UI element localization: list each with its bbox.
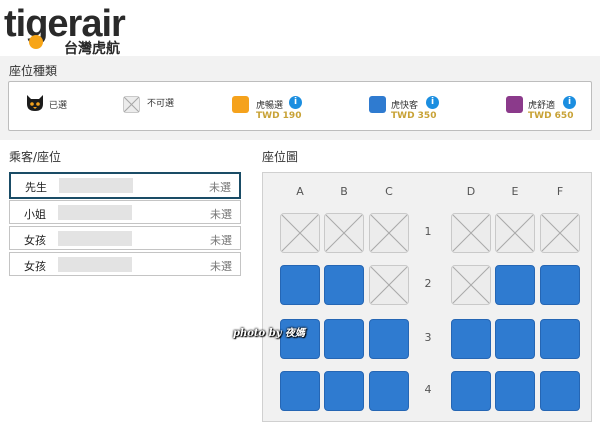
seat-column-d: D xyxy=(466,185,476,198)
seat-1e xyxy=(495,213,535,253)
passenger-row[interactable]: 女孩 未選 xyxy=(9,226,241,250)
info-icon[interactable]: i xyxy=(426,96,439,109)
seat-4d[interactable] xyxy=(451,371,491,411)
seat-column-e: E xyxy=(511,185,519,198)
seatmap-title: 座位圖 xyxy=(262,150,299,164)
seat-3e[interactable] xyxy=(495,319,535,359)
legend-comfort-price: TWD 650 xyxy=(528,111,574,121)
x-icon xyxy=(541,214,579,252)
passenger-seat-status: 未選 xyxy=(210,208,232,221)
legend-express-price: TWD 350 xyxy=(391,111,437,121)
legend-express-label: 虎快客 xyxy=(391,101,419,111)
seat-type-title: 座位種類 xyxy=(9,64,58,78)
seat-row-number: 2 xyxy=(424,277,432,290)
passenger-seat-status: 未選 xyxy=(210,260,232,273)
x-icon xyxy=(496,214,534,252)
x-icon xyxy=(325,214,363,252)
seat-2d xyxy=(451,265,491,305)
seat-3c[interactable] xyxy=(369,319,409,359)
seat-1c xyxy=(369,213,409,253)
seat-3d[interactable] xyxy=(451,319,491,359)
x-icon xyxy=(370,214,408,252)
seat-legend: 已選 不可選 虎暢選 i TWD 190 虎快客 i TWD 350 虎舒適 i… xyxy=(8,81,592,131)
seat-4f[interactable] xyxy=(540,371,580,411)
seat-2f[interactable] xyxy=(540,265,580,305)
seat-4c[interactable] xyxy=(369,371,409,411)
seat-1d xyxy=(451,213,491,253)
seat-column-c: C xyxy=(385,185,393,198)
legend-selected: 已選 xyxy=(25,82,85,130)
seat-1f xyxy=(540,213,580,253)
passenger-row[interactable]: 小姐 未選 xyxy=(9,200,241,224)
x-icon xyxy=(452,214,490,252)
photo-watermark: photo by 夜媽 xyxy=(233,328,305,339)
info-icon[interactable]: i xyxy=(563,96,576,109)
passenger-name-redacted xyxy=(58,231,132,246)
x-icon xyxy=(370,266,408,304)
logo-subtitle: 台灣虎航 xyxy=(64,41,120,57)
seat-column-a: A xyxy=(296,185,304,198)
seat-2a[interactable] xyxy=(280,265,320,305)
tigerair-logo: tigerair 台灣虎航 xyxy=(4,2,144,57)
legend-unavailable: 不可選 xyxy=(123,82,193,130)
seat-column-f: F xyxy=(556,185,564,198)
seat-2c xyxy=(369,265,409,305)
passenger-seat-status: 未選 xyxy=(209,181,231,194)
x-icon xyxy=(281,214,319,252)
legend-comfort-label: 虎舒適 xyxy=(528,101,556,111)
x-icon xyxy=(452,266,490,304)
standard-seat-swatch xyxy=(232,96,249,113)
seat-row-number: 4 xyxy=(424,383,432,396)
seat-3f[interactable] xyxy=(540,319,580,359)
passengers-title: 乘客/座位 xyxy=(9,150,62,164)
legend-selected-label: 已選 xyxy=(49,101,68,111)
legend-unavailable-label: 不可選 xyxy=(147,99,175,109)
logo-tiger-mark xyxy=(29,35,43,49)
express-seat-swatch xyxy=(369,96,386,113)
passenger-title: 小姐 xyxy=(24,208,46,221)
seat-row-number: 3 xyxy=(424,331,432,344)
seat-1b xyxy=(324,213,364,253)
seat-row-number: 1 xyxy=(424,225,432,238)
legend-comfort: 虎舒適 i TWD 650 xyxy=(506,82,586,130)
passenger-seat-status: 未選 xyxy=(210,234,232,247)
seat-4a[interactable] xyxy=(280,371,320,411)
seat-1a xyxy=(280,213,320,253)
seat-2e[interactable] xyxy=(495,265,535,305)
seat-4e[interactable] xyxy=(495,371,535,411)
seat-2b[interactable] xyxy=(324,265,364,305)
passenger-name-redacted xyxy=(58,205,132,220)
seat-3b[interactable] xyxy=(324,319,364,359)
passenger-title: 女孩 xyxy=(24,234,46,247)
passenger-row[interactable]: 先生 未選 xyxy=(9,172,241,199)
passenger-name-redacted xyxy=(59,178,133,193)
passenger-list: 先生 未選 小姐 未選 女孩 未選 女孩 未選 xyxy=(9,172,241,278)
seat-map: A B C D E F 1 2 3 4 xyxy=(262,172,592,422)
seat-column-b: B xyxy=(340,185,348,198)
passenger-title: 先生 xyxy=(25,181,47,194)
info-icon[interactable]: i xyxy=(289,96,302,109)
passenger-name-redacted xyxy=(58,257,132,272)
passenger-row[interactable]: 女孩 未選 xyxy=(9,252,241,276)
comfort-seat-swatch xyxy=(506,96,523,113)
legend-express: 虎快客 i TWD 350 xyxy=(369,82,449,130)
legend-standard-price: TWD 190 xyxy=(256,111,302,121)
tiger-head-icon xyxy=(25,94,45,116)
passenger-title: 女孩 xyxy=(24,260,46,273)
seat-4b[interactable] xyxy=(324,371,364,411)
legend-standard: 虎暢選 i TWD 190 xyxy=(232,82,312,130)
legend-standard-label: 虎暢選 xyxy=(256,101,284,111)
x-icon xyxy=(123,96,140,113)
